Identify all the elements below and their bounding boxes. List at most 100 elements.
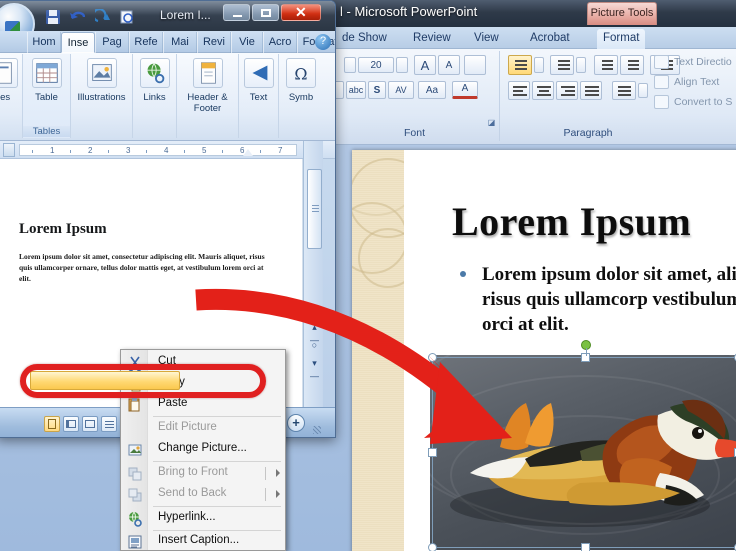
ruler-mark-2: 2 <box>88 146 93 155</box>
word-symbols-label[interactable]: Symb <box>279 92 323 103</box>
font-dialog-launcher[interactable]: ◪ <box>487 118 496 127</box>
next-page-button[interactable]: ▾— <box>308 357 321 381</box>
document-heading[interactable]: Lorem Ipsum <box>19 221 107 238</box>
change-case-button[interactable]: Aa <box>418 81 446 99</box>
word-tab-acrobat[interactable]: Acro <box>263 32 297 53</box>
justify-button[interactable] <box>580 81 602 100</box>
document-body-text[interactable]: Lorem ipsum dolor sit amet, consectetur … <box>19 251 271 284</box>
resize-grip-icon[interactable] <box>313 426 321 434</box>
grow-font-button[interactable]: A <box>414 55 436 75</box>
header-footer-icon[interactable] <box>192 58 223 88</box>
strikethrough-button[interactable]: abc <box>346 81 366 99</box>
maximize-button[interactable] <box>252 4 279 21</box>
columns-button[interactable] <box>612 81 636 100</box>
word-tab-review[interactable]: Revi <box>197 32 231 53</box>
select-browse-object-button[interactable]: ○ <box>308 339 321 352</box>
pages-icon[interactable] <box>0 58 18 88</box>
minimize-button[interactable] <box>223 4 250 21</box>
table-icon[interactable] <box>31 58 62 88</box>
menu-item-hyperlink[interactable]: Hyperlink... <box>122 508 286 529</box>
convert-smartart-label[interactable]: Convert to S <box>674 96 732 108</box>
help-icon[interactable]: ? <box>315 34 331 50</box>
word-text-label[interactable]: Text <box>239 92 278 103</box>
illustrations-icon[interactable] <box>86 58 117 88</box>
picture-tools-contextual-tab[interactable]: Picture Tools <box>587 2 657 25</box>
font-size-box[interactable]: 20 <box>358 57 394 73</box>
increase-indent-button[interactable] <box>620 55 644 75</box>
font-size-dropdown-arrow[interactable] <box>396 57 408 73</box>
symbols-icon[interactable]: Ω <box>286 58 316 88</box>
chevron-right-icon <box>276 490 280 498</box>
undo-icon[interactable] <box>69 9 85 25</box>
vertical-scroll-thumb[interactable] <box>307 169 322 249</box>
text-shadow-button[interactable]: S <box>368 81 386 99</box>
maximize-glyph <box>261 9 271 17</box>
print-preview-icon[interactable] <box>119 9 135 25</box>
close-button[interactable]: ✕ <box>281 4 321 21</box>
slide-bullet-text[interactable]: Lorem ipsum dolor sit amet, aliquet, ris… <box>482 262 736 337</box>
word-tab-home[interactable]: Hom <box>27 32 61 53</box>
font-color-button[interactable]: A <box>452 81 478 99</box>
word-illustrations-label[interactable]: Illustrations <box>71 92 132 103</box>
screenshot-root: l - Microsoft PowerPoint Picture Tools d… <box>0 0 736 551</box>
office-button[interactable] <box>0 3 35 31</box>
word-header-footer-label[interactable]: Header & Footer <box>177 92 238 114</box>
resize-handle-s[interactable] <box>581 543 590 551</box>
view-full-screen-reading-button[interactable] <box>63 416 79 432</box>
word-tab-references[interactable]: Refe <box>129 32 163 53</box>
links-icon[interactable] <box>139 58 170 88</box>
decrease-indent-button[interactable] <box>594 55 618 75</box>
numbering-dropdown[interactable] <box>576 57 586 73</box>
resize-handle-sw[interactable] <box>428 543 437 551</box>
menu-item-change-picture[interactable]: Change Picture... <box>122 439 286 460</box>
ppt-tab-view[interactable]: View <box>468 29 505 49</box>
shrink-font-button[interactable]: A <box>438 55 460 75</box>
zoom-in-button[interactable]: + <box>287 414 305 432</box>
word-tab-view[interactable]: Vie <box>231 32 263 53</box>
word-table-label[interactable]: Table <box>23 92 70 103</box>
tab-stop-selector[interactable] <box>3 143 15 157</box>
bullets-button[interactable] <box>508 55 532 75</box>
save-icon[interactable] <box>45 9 61 25</box>
view-outline-button[interactable] <box>101 416 117 432</box>
text-icon[interactable] <box>243 58 274 88</box>
powerpoint-slide[interactable]: Lorem Ipsum Lorem ipsum dolor sit amet, … <box>352 150 736 551</box>
word-tab-mailings[interactable]: Mai <box>163 32 197 53</box>
ppt-tab-slideshow[interactable]: de Show <box>336 29 393 49</box>
view-print-layout-button[interactable] <box>44 416 60 432</box>
align-left-button[interactable] <box>508 81 530 100</box>
ppt-tab-acrobat[interactable]: Acrobat <box>524 29 576 49</box>
previous-page-button[interactable]: ▴— <box>308 321 321 345</box>
ppt-tab-format[interactable]: Format <box>597 29 646 49</box>
view-web-layout-button[interactable] <box>82 416 98 432</box>
ruler-mark-7: 7 <box>278 146 283 155</box>
vertical-scrollbar[interactable]: ▴— ○ ▾— <box>303 141 323 407</box>
resize-handle-w[interactable] <box>428 448 437 457</box>
word-links-label[interactable]: Links <box>133 92 176 103</box>
ppt-tab-review[interactable]: Review <box>407 29 457 49</box>
menu-item-insert-caption[interactable]: Insert Caption... <box>122 531 286 551</box>
character-spacing-button[interactable]: AV <box>388 81 414 99</box>
font-name-dropdown[interactable] <box>344 57 356 73</box>
align-right-button[interactable] <box>556 81 578 100</box>
slide-title[interactable]: Lorem Ipsum <box>452 198 691 245</box>
align-text-label[interactable]: Align Text <box>674 76 719 88</box>
word-group-pages-label[interactable]: ges <box>0 92 22 103</box>
menu-item-bring-to-front-label: Bring to Front <box>158 466 228 478</box>
word-ribbon-tabs: Hom Inse Pag Refe Mai Revi Vie Acro Form… <box>0 31 335 53</box>
word-tab-page-layout[interactable]: Pag <box>95 32 129 53</box>
reading-view-icon <box>66 420 76 428</box>
word-ruler[interactable]: 1 2 3 4 5 6 7 <box>0 141 335 159</box>
menu-item-change-picture-label: Change Picture... <box>158 442 247 454</box>
redo-icon[interactable] <box>95 9 111 25</box>
columns-dropdown[interactable] <box>638 83 648 98</box>
align-center-button[interactable] <box>532 81 554 100</box>
bullets-dropdown[interactable] <box>534 57 544 73</box>
text-direction-label[interactable]: Text Directio <box>674 56 732 68</box>
word-tab-insert[interactable]: Inse <box>61 32 95 53</box>
right-indent-marker[interactable] <box>243 149 253 156</box>
ruler-track[interactable]: 1 2 3 4 5 6 7 <box>19 144 297 156</box>
resize-handle-nw[interactable] <box>428 353 437 362</box>
clear-formatting-button[interactable] <box>464 55 486 75</box>
numbering-button[interactable] <box>550 55 574 75</box>
